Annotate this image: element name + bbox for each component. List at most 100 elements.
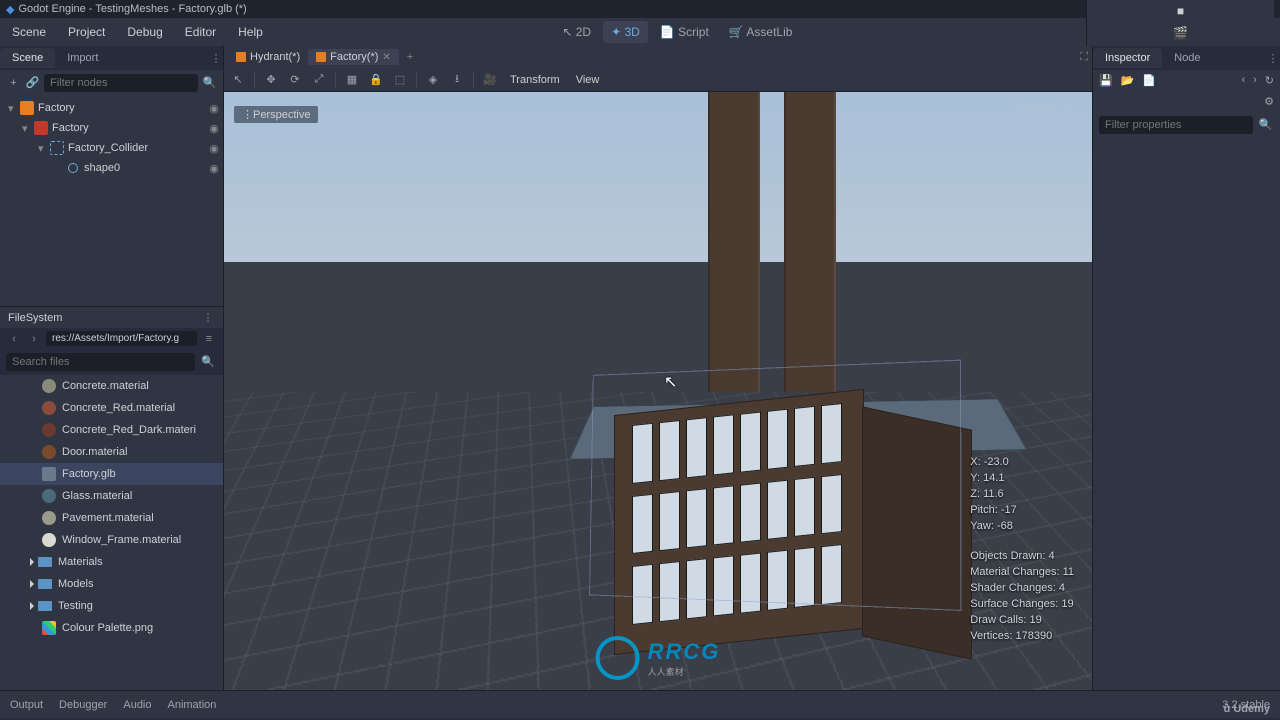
visibility-icon[interactable]: ◉	[205, 102, 223, 115]
open-resource-icon[interactable]: 📂	[1121, 74, 1135, 87]
search-icon[interactable]: 🔍	[1257, 116, 1274, 134]
search-icon[interactable]: 🔍	[199, 353, 217, 371]
distraction-free-icon[interactable]: ⛶	[1080, 51, 1088, 64]
lock-icon[interactable]: 🔒	[368, 73, 384, 86]
search-icon[interactable]: 🔍	[202, 74, 217, 92]
menu-help[interactable]: Help	[232, 21, 269, 43]
viewport-3d[interactable]: ⋮Perspective ↖ X: -23.0 Y: 14.1 Z: 11.6 …	[224, 92, 1092, 690]
scene-panel-tabs: Scene Import ⋮	[0, 46, 223, 70]
tab-inspector[interactable]: Inspector	[1093, 48, 1162, 68]
folder-icon	[38, 557, 52, 567]
workspace-script[interactable]: 📄 Script	[652, 21, 717, 43]
fs-item-selected[interactable]: Factory.glb	[0, 463, 223, 485]
history-fwd-icon[interactable]: ›	[1253, 74, 1257, 87]
fs-item[interactable]: Glass.material	[0, 485, 223, 507]
filesystem-options-icon[interactable]: ⋮	[201, 311, 215, 324]
tree-node-collider[interactable]: ▾ Factory_Collider ◉	[4, 138, 223, 158]
transform-menu[interactable]: Transform	[506, 74, 564, 86]
bottom-animation[interactable]: Animation	[168, 699, 217, 711]
menu-project[interactable]: Project	[62, 21, 111, 43]
inspector-options-icon[interactable]: ⚙	[1264, 95, 1274, 108]
fs-item[interactable]: Concrete_Red_Dark.materi	[0, 419, 223, 441]
expand-icon[interactable]	[30, 580, 34, 588]
expand-icon[interactable]	[30, 602, 34, 610]
scene-tab-factory[interactable]: Factory(*) ✕	[308, 49, 399, 65]
scene-icon	[316, 52, 326, 62]
filesystem-path-row: ‹ › res://Assets/Import/Factory.g ≡	[0, 328, 223, 349]
add-tab-icon[interactable]: +	[399, 49, 421, 65]
rotate-tool-icon[interactable]: ⟳	[287, 73, 303, 86]
link-node-icon[interactable]: 🔗	[25, 74, 40, 92]
camera-override-icon[interactable]: 🎥	[482, 73, 498, 86]
folder-icon	[38, 579, 52, 589]
filesystem-search-input[interactable]	[6, 353, 195, 371]
close-tab-icon[interactable]: ✕	[382, 52, 390, 63]
perspective-badge[interactable]: ⋮Perspective	[234, 106, 318, 123]
filter-nodes-input[interactable]	[44, 74, 198, 92]
fs-item[interactable]: Concrete.material	[0, 375, 223, 397]
filter-properties-input[interactable]	[1099, 116, 1253, 134]
material-icon	[42, 423, 56, 437]
tree-node-shape[interactable]: shape0 ◉	[4, 158, 223, 178]
fs-png[interactable]: Colour Palette.png	[0, 617, 223, 639]
bottom-output[interactable]: Output	[10, 699, 43, 711]
nav-menu-icon[interactable]: ≡	[201, 333, 217, 345]
material-icon	[42, 533, 56, 547]
select-tool-icon[interactable]: ↖	[230, 73, 246, 86]
material-icon	[42, 489, 56, 503]
watermark-corner: RRCG.cn	[1021, 104, 1078, 115]
nav-back-icon[interactable]: ‹	[6, 333, 22, 345]
filesystem-path[interactable]: res://Assets/Import/Factory.g	[46, 331, 197, 346]
history-back-icon[interactable]: ‹	[1241, 74, 1245, 87]
tree-node-root[interactable]: ▾ Factory ◉	[4, 98, 223, 118]
tab-scene[interactable]: Scene	[0, 48, 55, 68]
tab-import[interactable]: Import	[55, 48, 110, 68]
group-icon[interactable]: ⬚	[392, 73, 408, 86]
workspace-2d[interactable]: ↖ 2D	[554, 21, 599, 43]
menu-scene[interactable]: Scene	[6, 21, 52, 43]
fs-folder[interactable]: Models	[0, 573, 223, 595]
visibility-icon[interactable]: ◉	[205, 162, 223, 175]
material-icon	[42, 511, 56, 525]
play-scene-button[interactable]: 🎬	[1173, 26, 1189, 40]
tree-node-mesh[interactable]: ▾ Factory ◉	[4, 118, 223, 138]
view-menu[interactable]: View	[572, 74, 604, 86]
stop-button[interactable]: ■	[1173, 4, 1189, 18]
scene-tab-hydrant[interactable]: Hydrant(*)	[228, 49, 308, 65]
fs-folder[interactable]: Materials	[0, 551, 223, 573]
material-icon	[42, 445, 56, 459]
bottom-debugger[interactable]: Debugger	[59, 699, 107, 711]
viewport-stats: X: -23.0 Y: 14.1 Z: 11.6 Pitch: -17 Yaw:…	[970, 454, 1074, 644]
workspace-assetlib[interactable]: 🛒 AssetLib	[721, 21, 801, 43]
load-resource-icon[interactable]: 📄	[1142, 74, 1156, 87]
save-resource-icon[interactable]: 💾	[1099, 74, 1113, 87]
watermark: RRCG 人人素材	[596, 636, 721, 680]
move-tool-icon[interactable]: ✥	[263, 73, 279, 86]
building-mesh	[584, 382, 934, 662]
fs-item[interactable]: Concrete_Red.material	[0, 397, 223, 419]
fs-item[interactable]: Door.material	[0, 441, 223, 463]
filesystem-list: Concrete.material Concrete_Red.material …	[0, 375, 223, 690]
add-node-icon[interactable]: +	[6, 74, 21, 92]
menu-editor[interactable]: Editor	[179, 21, 222, 43]
snap-icon[interactable]: ▦	[344, 73, 360, 86]
history-menu-icon[interactable]: ↻	[1265, 74, 1274, 87]
menu-debug[interactable]: Debug	[121, 21, 168, 43]
collider-icon	[50, 141, 64, 155]
panel-options-icon[interactable]: ⋮	[1266, 52, 1280, 65]
panel-options-icon[interactable]: ⋮	[209, 52, 223, 65]
visibility-icon[interactable]: ◉	[205, 142, 223, 155]
nav-fwd-icon[interactable]: ›	[26, 333, 42, 345]
material-icon	[42, 379, 56, 393]
bottom-audio[interactable]: Audio	[123, 699, 151, 711]
fs-item[interactable]: Pavement.material	[0, 507, 223, 529]
local-icon[interactable]: ◈	[425, 73, 441, 86]
fs-item[interactable]: Window_Frame.material	[0, 529, 223, 551]
tab-node[interactable]: Node	[1162, 48, 1212, 68]
visibility-icon[interactable]: ◉	[205, 122, 223, 135]
expand-icon[interactable]	[30, 558, 34, 566]
snap-ground-icon[interactable]: ⭳	[449, 70, 465, 89]
fs-folder[interactable]: Testing	[0, 595, 223, 617]
workspace-3d[interactable]: ✦ 3D	[603, 21, 648, 43]
scale-tool-icon[interactable]: ⤢	[311, 73, 327, 86]
